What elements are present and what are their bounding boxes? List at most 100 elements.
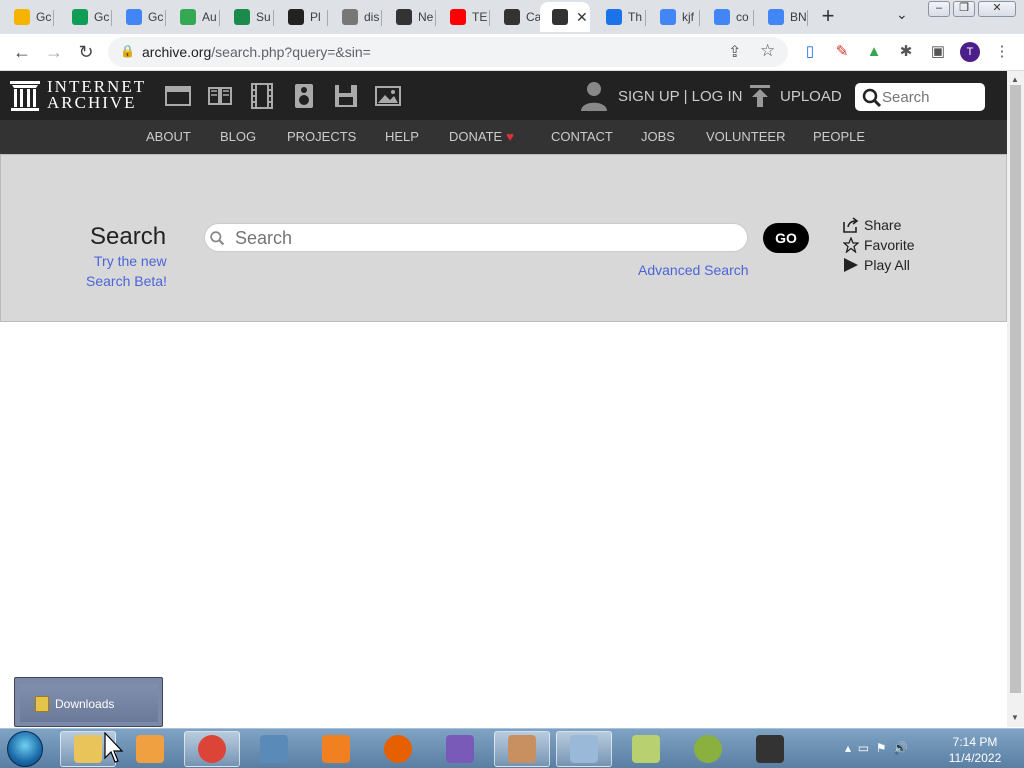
bookmark-star-icon[interactable]: ☆	[760, 41, 775, 61]
taskbar-app[interactable]	[184, 731, 240, 767]
minimize-button[interactable]: –	[928, 1, 950, 17]
browser-tab[interactable]: ✕	[540, 2, 590, 32]
tab-title: Ne	[418, 10, 434, 24]
clock[interactable]: 7:14 PM 11/4/2022	[940, 734, 1010, 766]
software-floppy-icon[interactable]	[333, 83, 359, 109]
new-tab-button[interactable]: +	[816, 4, 840, 28]
browser-tab[interactable]: dis	[330, 2, 382, 32]
browser-tab[interactable]: Ca	[492, 2, 544, 32]
taskbar-app[interactable]	[556, 731, 612, 767]
system-tray-icons[interactable]: ▴ ▭ ⚑ 🔊	[845, 741, 908, 755]
mouse-cursor-icon	[104, 732, 124, 763]
browser-tab[interactable]: Gc	[2, 2, 54, 32]
taskbar-app[interactable]	[494, 731, 550, 767]
share-icon[interactable]: ⇪	[728, 42, 741, 62]
search-beta-link-line2[interactable]: Search Beta!	[86, 273, 167, 289]
forward-icon[interactable]: →	[42, 40, 66, 64]
nav-jobs[interactable]: JOBS	[641, 129, 675, 144]
nav-projects[interactable]: PROJECTS	[287, 129, 356, 144]
nav-blog[interactable]: BLOG	[220, 129, 256, 144]
video-film-icon[interactable]	[249, 83, 275, 109]
taskbar-app[interactable]	[246, 731, 302, 767]
reload-icon[interactable]: ↻	[74, 40, 98, 64]
browser-tab[interactable]: Gc	[114, 2, 166, 32]
nav-volunteer[interactable]: VOLUNTEER	[706, 129, 785, 144]
drive-extension-icon[interactable]: ▲	[864, 42, 884, 62]
user-icon[interactable]	[580, 81, 608, 111]
browser-tab[interactable]: Ne	[384, 2, 436, 32]
tab-title: Gc	[148, 10, 164, 24]
header-search-box[interactable]	[855, 83, 985, 111]
browser-tab[interactable]: co	[702, 2, 754, 32]
restore-button[interactable]: ❐	[953, 1, 975, 17]
signup-login-link[interactable]: SIGN UP | LOG IN	[618, 88, 742, 105]
menu-kebab-icon[interactable]: ⋮	[992, 42, 1012, 62]
url-text[interactable]: archive.org/search.php?query=&sin=	[142, 44, 371, 60]
search-beta-link-line1[interactable]: Try the new	[94, 253, 167, 269]
browser-tab[interactable]: Gc	[60, 2, 112, 32]
browser-tab[interactable]: Su	[222, 2, 274, 32]
google-sheets-icon	[72, 9, 88, 25]
upload-link[interactable]: UPLOAD	[780, 88, 842, 105]
upload-icon[interactable]	[750, 85, 770, 107]
scroll-up-arrow-icon[interactable]: ▲	[1011, 75, 1019, 84]
taskbar-app[interactable]	[680, 731, 736, 767]
taskbar-app[interactable]	[122, 731, 178, 767]
extension-doc-icon[interactable]: ▯	[800, 42, 820, 62]
scrollbar-thumb[interactable]	[1010, 85, 1021, 693]
tab-title: BN	[790, 10, 807, 24]
profile-avatar[interactable]: T	[960, 42, 980, 62]
back-icon[interactable]: ←	[10, 40, 34, 64]
browser-tab[interactable]: Pl	[276, 2, 328, 32]
tab-title: Su	[256, 10, 271, 24]
header-search-input[interactable]	[882, 87, 980, 107]
taskbar-app[interactable]	[308, 731, 364, 767]
side-panel-icon[interactable]: ▣	[928, 42, 948, 62]
browser-tab[interactable]: kjf	[648, 2, 700, 32]
audio-speaker-icon[interactable]	[291, 83, 317, 109]
browser-tab[interactable]: BN	[756, 2, 808, 32]
scroll-down-arrow-icon[interactable]: ▼	[1011, 713, 1019, 722]
nav-contact[interactable]: CONTACT	[551, 129, 613, 144]
address-bar[interactable]: 🔒 archive.org/search.php?query=&sin= ⇪ ☆	[108, 37, 788, 67]
tab-title: Au	[202, 10, 217, 24]
play-all-action[interactable]: Play All	[843, 257, 910, 273]
browser-tab[interactable]: Th	[594, 2, 646, 32]
web-icon[interactable]	[165, 83, 191, 109]
google-docs-icon	[126, 9, 142, 25]
tab-close-icon[interactable]: ✕	[576, 9, 588, 26]
nav-about[interactable]: ABOUT	[146, 129, 191, 144]
search-icon[interactable]	[862, 88, 882, 108]
extension-pen-icon[interactable]: ✎	[832, 42, 852, 62]
nav-donate[interactable]: DONATE ♥	[449, 129, 514, 144]
downloads-thumbnail-popup[interactable]: Downloads	[14, 677, 163, 727]
texts-book-icon[interactable]	[207, 83, 233, 109]
main-search-input[interactable]	[235, 228, 735, 248]
notepad-icon	[570, 735, 598, 763]
start-button[interactable]	[7, 731, 43, 767]
tab-search-chevron-icon[interactable]: ⌄	[896, 6, 908, 23]
browser-tab[interactable]: Au	[168, 2, 220, 32]
images-icon[interactable]	[375, 83, 401, 109]
page-scrollbar[interactable]: ▲ ▼	[1007, 71, 1024, 727]
favorite-action[interactable]: Favorite	[843, 237, 915, 253]
tab-title: co	[736, 10, 749, 24]
taskbar-app[interactable]	[370, 731, 426, 767]
taskbar-app[interactable]	[742, 731, 798, 767]
github-icon	[396, 9, 412, 25]
nav-help[interactable]: HELP	[385, 129, 419, 144]
firefox-icon	[384, 735, 412, 763]
extensions-puzzle-icon[interactable]: ✱	[896, 42, 916, 62]
archive-logo-icon[interactable]	[10, 80, 40, 112]
nav-people[interactable]: PEOPLE	[813, 129, 865, 144]
go-button[interactable]: GO	[763, 223, 809, 253]
taskbar-app[interactable]	[618, 731, 674, 767]
main-search-box[interactable]	[204, 223, 748, 252]
browser-tab[interactable]: TE	[438, 2, 490, 32]
close-window-button[interactable]: ✕	[978, 1, 1016, 17]
archive-logo-text[interactable]: INTERNET ARCHIVE	[47, 78, 146, 111]
share-action[interactable]: Share	[843, 217, 901, 233]
folder-icon	[35, 696, 49, 712]
taskbar-app[interactable]	[432, 731, 488, 767]
advanced-search-link[interactable]: Advanced Search	[638, 262, 749, 278]
